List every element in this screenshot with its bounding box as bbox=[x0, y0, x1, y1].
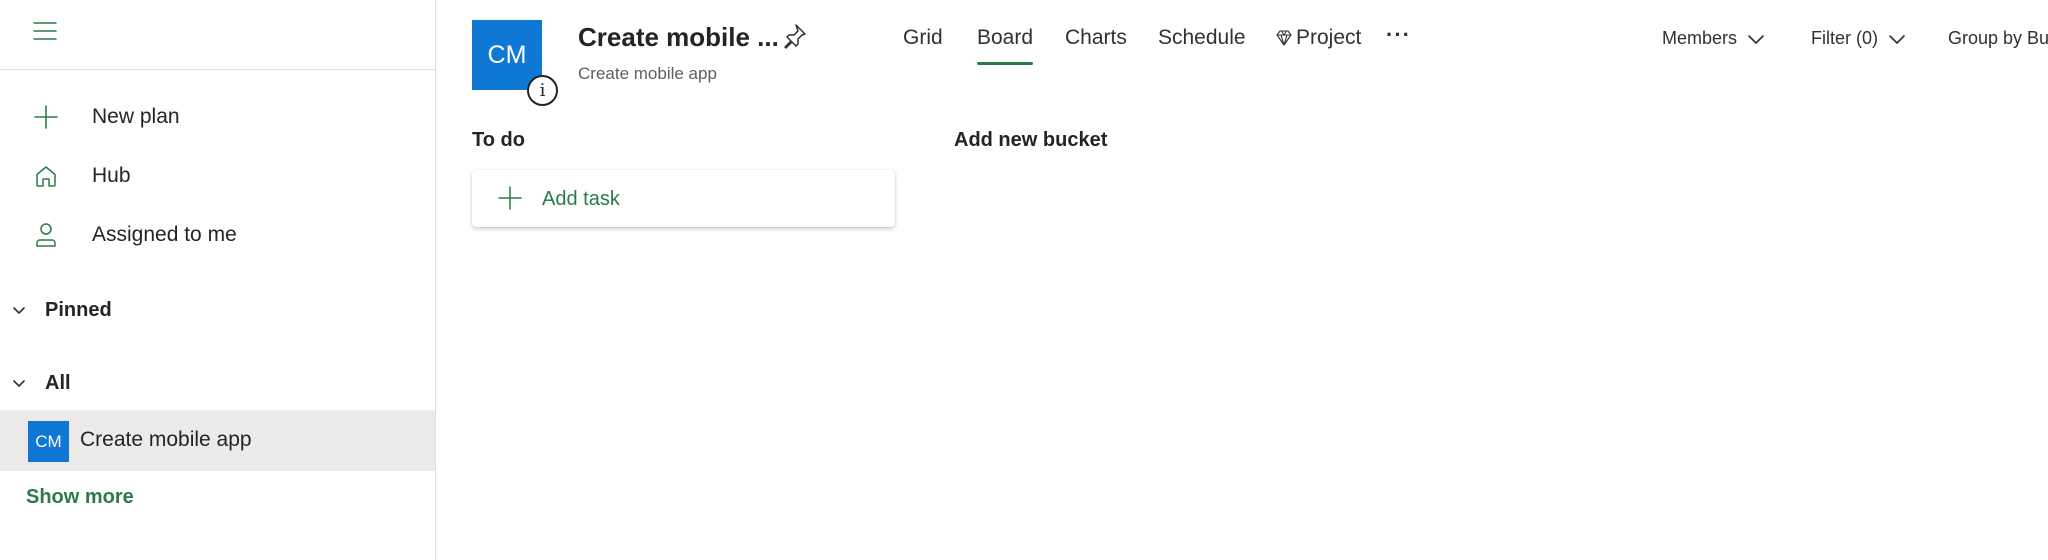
members-label: Members bbox=[1662, 28, 1738, 48]
chevron-down-icon bbox=[13, 380, 25, 387]
section-label: All bbox=[45, 371, 71, 394]
chevron-down-icon bbox=[13, 307, 25, 314]
show-more-link[interactable]: Show more bbox=[26, 486, 134, 509]
add-new-bucket[interactable]: Add new bucket bbox=[954, 129, 1107, 152]
sidebar-item-label: New plan bbox=[92, 105, 180, 128]
tab-board[interactable]: Board bbox=[977, 26, 1034, 65]
pin-icon[interactable] bbox=[780, 22, 808, 50]
add-task-button[interactable]: Add task bbox=[472, 170, 895, 227]
tab-grid[interactable]: Grid bbox=[903, 26, 943, 50]
sidebar-plan-create-mobile-app[interactable]: CM Create mobile app bbox=[0, 410, 435, 471]
sidebar-item-assigned-to-me[interactable]: Assigned to me bbox=[0, 210, 435, 260]
section-label: Pinned bbox=[45, 298, 112, 321]
tab-label: Board bbox=[977, 26, 1034, 49]
tab-schedule[interactable]: Schedule bbox=[1158, 26, 1246, 50]
tab-project[interactable]: Project bbox=[1276, 26, 1361, 50]
chevron-down-icon bbox=[1889, 34, 1905, 44]
sidebar-divider bbox=[0, 69, 435, 70]
plan-subtitle: Create mobile app bbox=[578, 64, 717, 83]
person-icon bbox=[33, 222, 59, 248]
tab-charts[interactable]: Charts bbox=[1065, 26, 1127, 50]
plus-icon bbox=[498, 186, 522, 210]
sidebar-item-label: Assigned to me bbox=[92, 223, 237, 246]
tab-label: Grid bbox=[903, 26, 943, 49]
sidebar-item-label: Hub bbox=[92, 164, 131, 187]
tab-label: Project bbox=[1296, 26, 1362, 49]
plan-title[interactable]: Create mobile ... bbox=[578, 22, 779, 53]
group-by-label: Group by Bucket bbox=[1948, 28, 2048, 48]
filter-dropdown[interactable]: Filter (0) bbox=[1811, 28, 1906, 49]
add-task-label: Add task bbox=[542, 188, 620, 210]
sidebar-item-new-plan[interactable]: New plan bbox=[0, 92, 435, 142]
section-pinned[interactable]: Pinned bbox=[0, 288, 435, 332]
sidebar-item-hub[interactable]: Hub bbox=[0, 151, 435, 201]
bucket-title-to-do: To do bbox=[472, 129, 525, 151]
hamburger-menu-icon[interactable] bbox=[30, 16, 60, 46]
group-by-dropdown[interactable]: Group by Bucket bbox=[1948, 28, 2048, 49]
info-icon[interactable]: i bbox=[527, 75, 558, 106]
more-options-icon[interactable]: ··· bbox=[1386, 22, 1411, 48]
filter-label: Filter (0) bbox=[1811, 28, 1878, 48]
left-navigation-pane: New plan Hub Assigned to me Pinned All C… bbox=[0, 0, 436, 560]
home-icon bbox=[33, 163, 59, 189]
plus-icon bbox=[33, 104, 59, 130]
section-all[interactable]: All bbox=[0, 361, 435, 405]
members-dropdown[interactable]: Members bbox=[1662, 28, 1765, 49]
plan-label: Create mobile app bbox=[80, 428, 252, 451]
tab-label: Charts bbox=[1065, 26, 1127, 49]
chevron-down-icon bbox=[1748, 34, 1764, 44]
premium-diamond-icon bbox=[1276, 30, 1292, 46]
info-glyph: i bbox=[539, 80, 546, 101]
tab-label: Schedule bbox=[1158, 26, 1246, 49]
plan-avatar: CM bbox=[28, 421, 69, 462]
